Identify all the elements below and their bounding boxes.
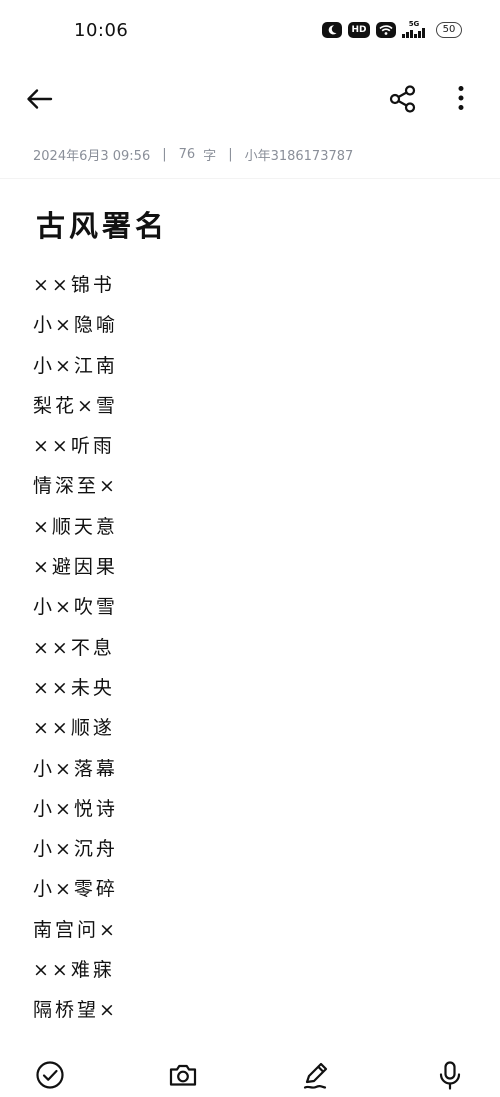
meta-divider [0,178,500,179]
share-button[interactable] [386,82,420,116]
check-circle-icon [34,1059,66,1091]
char-count-unit: 字 [203,149,217,164]
note-line: ××听雨 [33,435,115,458]
note-title[interactable]: 古风署名 [36,203,168,245]
moon-icon [322,21,342,38]
hd-badge: HD [348,21,370,38]
voice-input-button[interactable] [434,1059,466,1091]
note-line: 小×沉舟 [33,838,118,861]
char-count: 76 [178,147,196,162]
note-date: 2024年6月3 09:56 [33,149,151,164]
arrow-left-icon [22,82,56,116]
meta-separator: | [228,147,233,162]
note-line: 小×江南 [33,354,118,377]
note-line: ×避因果 [33,556,118,579]
note-line: 小×零碎 [33,878,118,901]
status-bar: 10:06 HD 5G 50 [0,0,500,64]
checklist-button[interactable] [34,1059,66,1091]
more-vertical-icon [446,82,476,116]
note-line: 小×吹雪 [33,596,118,619]
note-body[interactable]: ××锦书 小×隐喻 小×江南 梨花×雪 ××听雨 情深至× ×顺天意 ×避因果 … [33,270,473,1036]
back-button[interactable] [22,82,56,116]
note-line: 梨花×雪 [33,394,118,417]
note-meta: 2024年6月3 09:56 | 76 字 | 小年3186173787 [33,145,353,164]
note-line: ××不息 [33,636,115,659]
note-line: 小×隐喻 [33,314,118,337]
note-line: 隔桥望× [33,999,118,1022]
note-line: ××锦书 [33,274,115,296]
note-line: 南宫问× [33,918,118,941]
signal-icon: 5G [402,21,426,38]
status-icons: HD 5G 50 [322,21,462,38]
note-line: ×顺天意 [33,515,118,538]
bottom-toolbar [0,1055,500,1097]
network-type: 5G [408,20,420,28]
share-icon [386,82,420,116]
note-line: ××难寐 [33,959,115,982]
pen-icon [301,1059,333,1091]
more-options-button[interactable] [446,82,476,116]
note-line: 情深至× [33,475,118,498]
camera-icon [167,1059,199,1091]
battery-indicator: 50 [436,21,462,38]
note-toolbar [0,72,500,124]
note-author: 小年3186173787 [244,149,354,164]
status-time: 10:06 [74,20,129,41]
camera-button[interactable] [167,1059,199,1091]
note-line: ××顺遂 [33,717,115,740]
note-line: 小×悦诗 [33,797,118,820]
note-line: ××未央 [33,676,115,699]
meta-separator: | [162,147,167,162]
microphone-icon [434,1059,466,1091]
note-line: 小×落幕 [33,757,118,780]
handwriting-button[interactable] [301,1059,333,1091]
wifi-icon [376,21,396,38]
